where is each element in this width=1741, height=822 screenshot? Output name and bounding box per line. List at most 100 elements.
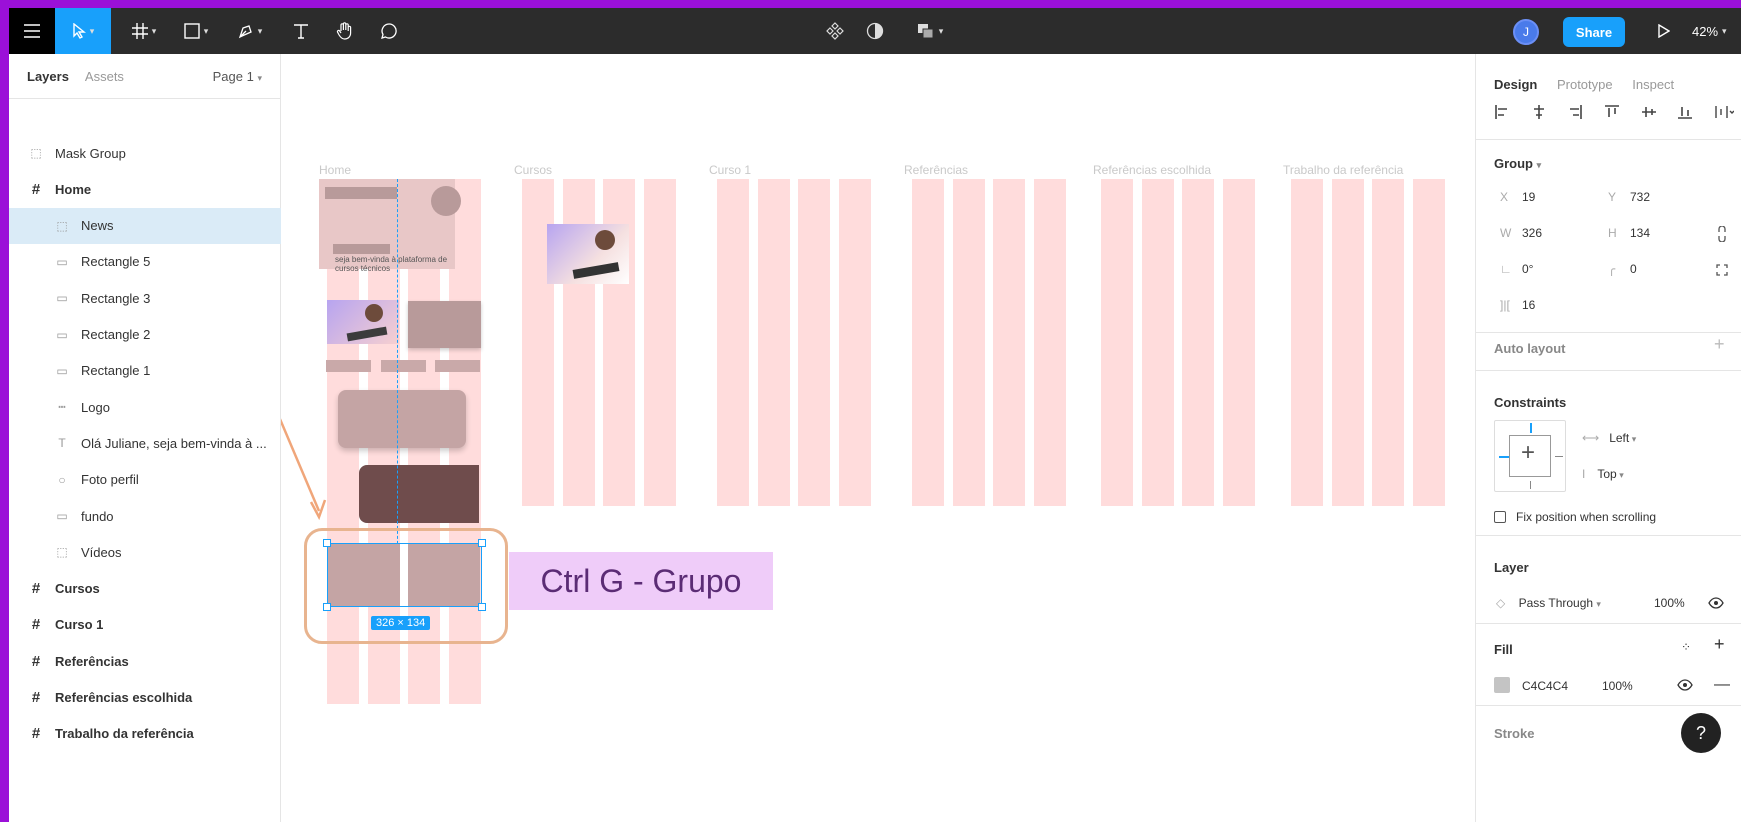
present-button[interactable] [1649,8,1679,54]
fill-opacity-field[interactable]: 100% [1602,679,1633,693]
h-field[interactable]: H 134 [1608,226,1650,240]
align-top-icon[interactable] [1604,104,1620,120]
frame-label[interactable]: Referências [904,163,968,177]
fill-swatch[interactable] [1494,677,1510,693]
layer-label: Logo [81,399,110,415]
layer-item[interactable]: # Referências escolhida [9,680,281,716]
comment-tool-button[interactable] [369,8,409,54]
x-field[interactable]: X 19 [1500,190,1535,204]
constraint-left-active[interactable] [1499,456,1509,458]
layout-grid-column [993,179,1025,506]
fix-position-checkbox[interactable]: Fix position when scrolling [1494,510,1656,524]
layer-item[interactable]: ○ Foto perfil [9,462,281,498]
layer-label: Cursos [55,581,100,597]
left-tabs: Layers Assets Page 1 ▾ [9,54,280,99]
layer-item[interactable]: ▭ Rectangle 1 [9,353,281,389]
group-icon: ⬚ [30,146,42,160]
text-tool-button[interactable] [281,8,321,54]
ellipse-icon: ○ [58,472,66,487]
layer-opacity-field[interactable]: 100% [1654,596,1685,610]
shape-tool-button[interactable]: ▾ [173,8,219,54]
tab-layers[interactable]: Layers [27,69,69,84]
page-selector[interactable]: Page 1 ▾ [213,69,262,84]
tab-prototype[interactable]: Prototype [1557,77,1613,92]
tab-design[interactable]: Design [1494,77,1537,92]
constraint-top-active[interactable] [1530,423,1532,433]
blend-mode-dropdown[interactable]: ◇ Pass Through ▾ [1496,596,1601,610]
distribute-icon[interactable] [1714,104,1734,120]
align-right-icon[interactable] [1567,104,1583,120]
remove-fill-button[interactable]: — [1714,676,1730,694]
tab-assets[interactable]: Assets [85,69,124,84]
fill-hex-field[interactable]: C4C4C4 [1522,679,1568,693]
layer-item[interactable]: # Curso 1 [9,607,281,643]
radius-field[interactable]: ╭ 0 [1608,262,1637,276]
eye-icon[interactable] [1708,597,1724,609]
group-dropdown[interactable]: Group ▾ [1494,156,1541,171]
constraint-right[interactable] [1555,456,1563,457]
w-field[interactable]: W 326 [1500,226,1542,240]
constrain-proportions-icon[interactable] [1717,226,1727,242]
zoom-dropdown[interactable]: 42% ▾ [1692,8,1727,54]
main-menu-button[interactable] [9,8,55,54]
fill-styles-button[interactable]: ⁘ [1681,640,1691,654]
add-auto-layout-button[interactable]: + [1714,334,1725,355]
frame-label[interactable]: Curso 1 [709,163,751,177]
frame-label[interactable]: Referências escolhida [1093,163,1211,177]
mask-button[interactable] [857,8,893,54]
layer-item[interactable]: # Home [9,171,281,207]
layer-item[interactable]: ▭ Rectangle 3 [9,280,281,316]
frame-label[interactable]: Trabalho da referência [1283,163,1403,177]
align-center-v-icon[interactable] [1641,104,1657,120]
components-button[interactable] [817,8,853,54]
layer-item[interactable]: ▭ Rectangle 2 [9,317,281,353]
y-field[interactable]: Y 732 [1608,190,1650,204]
spacing-field[interactable]: ]|[16 [1500,298,1535,312]
layer-item[interactable]: T Olá Juliane, seja bem-vinda à ... [9,425,281,461]
boolean-button[interactable]: ▾ [907,8,953,54]
constraint-bottom[interactable] [1530,481,1531,489]
canvas[interactable]: Home Cursos Curso 1 Referências Referências … [281,54,1475,822]
layout-grid-column [1101,179,1133,506]
toolbar: ▾ ▾ ▾ ▾ ▾ J Share 42% ▾ [9,8,1741,54]
rectangle-icon: ▭ [56,291,68,306]
frame-tool-button[interactable]: ▾ [121,8,167,54]
layout-grid-column [1141,179,1174,506]
chevron-down-icon: ▾ [151,25,157,36]
avatar[interactable]: J [1513,19,1539,45]
horizontal-constraint-dropdown[interactable]: ⟷ Left ▾ [1582,431,1636,445]
eye-icon[interactable] [1677,679,1693,691]
layer-item[interactable]: # Trabalho da referência [9,716,281,752]
layer-item[interactable]: ⬚ Vídeos [9,534,281,570]
constraints-widget[interactable]: + [1494,420,1566,492]
layout-grid-column [643,179,676,506]
rectangle-icon: ▭ [56,254,68,269]
layer-item[interactable]: # Cursos [9,571,281,607]
align-left-icon[interactable] [1494,104,1510,120]
help-button[interactable]: ? [1681,713,1721,753]
vertical-constraint-dropdown[interactable]: I Top ▾ [1582,467,1624,481]
layer-item[interactable]: ⬚ Mask Group [9,135,281,171]
independent-corners-icon[interactable] [1716,264,1728,276]
layer-item[interactable]: ⬚ News [9,207,281,244]
hand-tool-button[interactable] [325,8,365,54]
layer-item[interactable]: ▭ Rectangle 5 [9,244,281,280]
add-fill-button[interactable]: + [1714,634,1725,655]
pen-tool-button[interactable]: ▾ [227,8,273,54]
x-value: 19 [1522,190,1536,204]
divider [1476,535,1741,536]
layout-grid-column [1331,179,1364,506]
move-tool-button[interactable]: ▾ [55,8,111,54]
share-button[interactable]: Share [1563,17,1625,47]
checkbox-box [1494,511,1506,523]
layer-item[interactable]: # Referências [9,643,281,679]
align-bottom-icon[interactable] [1677,104,1693,120]
align-center-h-icon[interactable] [1531,104,1547,120]
hamburger-icon [24,24,40,38]
avatar-initial: J [1523,25,1529,39]
tab-inspect[interactable]: Inspect [1632,77,1674,92]
layer-item[interactable]: ▭ fundo [9,498,281,534]
chevron-down-icon: ▾ [1596,599,1601,609]
layer-item[interactable]: ┅ Logo [9,389,281,425]
rotation-field[interactable]: ∟ 0° [1500,262,1533,276]
